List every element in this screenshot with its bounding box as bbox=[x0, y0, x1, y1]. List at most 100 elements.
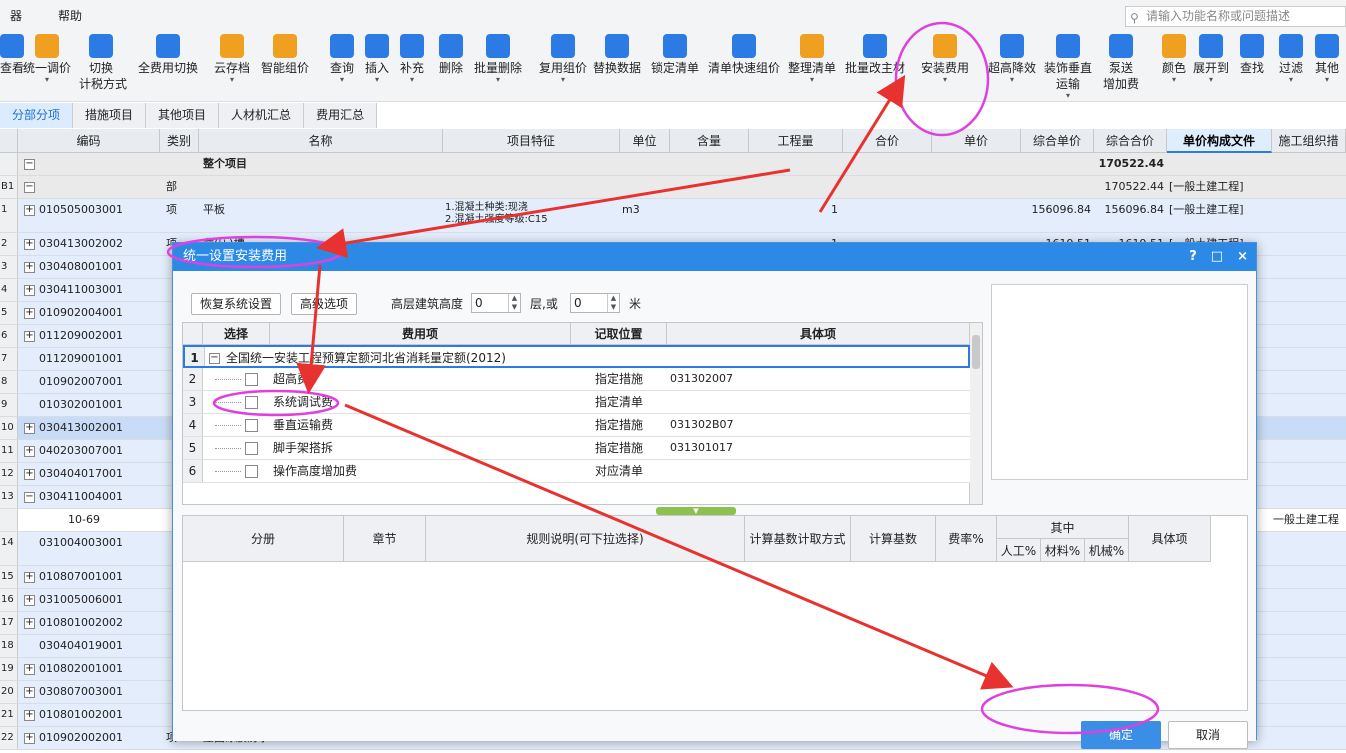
select-checkbox[interactable] bbox=[245, 442, 258, 455]
expand-icon[interactable]: + bbox=[24, 307, 35, 319]
toolbar-button[interactable]: 整理清单 ▾ bbox=[787, 34, 837, 84]
advanced-options-button[interactable]: 高级选项 bbox=[291, 293, 357, 315]
expand-icon[interactable]: + bbox=[24, 663, 35, 675]
tab-sub-items[interactable]: 分部分项 bbox=[0, 103, 74, 128]
table-scrollbar[interactable] bbox=[969, 323, 982, 504]
toolbar-button[interactable]: 插入 ▾ bbox=[363, 34, 391, 84]
col-name[interactable]: 名称 bbox=[199, 129, 443, 153]
toolbar-button[interactable]: 批量改主材 bbox=[841, 34, 909, 76]
checkbox-cell[interactable] bbox=[245, 460, 258, 482]
col-unit-price[interactable]: 综合单价 bbox=[1021, 129, 1094, 153]
toolbar-button[interactable]: 锁定清单 bbox=[650, 34, 700, 76]
close-icon[interactable]: × bbox=[1237, 243, 1248, 271]
list-item[interactable]: 2 超高费 指定措施 031302007 bbox=[183, 368, 970, 391]
toolbar-button[interactable]: 查找 bbox=[1237, 34, 1267, 76]
collapse-icon[interactable]: − bbox=[24, 491, 35, 503]
toolbar-button[interactable]: 删除 bbox=[437, 34, 465, 76]
menu-item-help[interactable]: 帮助 bbox=[48, 7, 92, 24]
tab-labor-material[interactable]: 人材机汇总 bbox=[219, 103, 305, 128]
toolbar-button[interactable]: 替换数据 bbox=[591, 34, 643, 76]
checkbox-cell[interactable] bbox=[245, 437, 258, 459]
cost-item-position[interactable]: 指定措施 bbox=[595, 414, 643, 436]
expand-icon[interactable]: + bbox=[24, 204, 35, 216]
cost-item-detail[interactable]: 031302007 bbox=[670, 368, 733, 390]
toolbar-button[interactable]: 装饰垂直 运输 ▾ bbox=[1042, 34, 1094, 100]
cost-item-position[interactable]: 对应清单 bbox=[595, 460, 643, 482]
menu-item-tools[interactable]: 器 bbox=[0, 7, 32, 24]
scrollbar-thumb[interactable] bbox=[972, 335, 980, 369]
expand-icon[interactable]: + bbox=[24, 617, 35, 629]
floor-count-stepper[interactable]: 0 ▲ ▼ bbox=[471, 293, 521, 313]
toolbar-button[interactable]: 统一调价 ▾ bbox=[22, 34, 72, 84]
col-feature[interactable]: 项目特征 bbox=[443, 129, 620, 153]
cost-item-position[interactable]: 指定措施 bbox=[595, 437, 643, 459]
toolbar-button[interactable]: 复用组价 ▾ bbox=[538, 34, 588, 84]
col-total[interactable]: 综合合价 bbox=[1094, 129, 1167, 153]
group-toggle[interactable]: − bbox=[209, 347, 224, 369]
toolbar-button[interactable]: 切换 计税方式 bbox=[79, 34, 127, 92]
select-checkbox[interactable] bbox=[245, 419, 258, 432]
expand-icon[interactable]: + bbox=[24, 468, 35, 480]
list-item[interactable]: 6 操作高度增加费 对应清单 bbox=[183, 460, 970, 483]
tab-cost-summary[interactable]: 费用汇总 bbox=[304, 103, 378, 128]
toolbar-button[interactable]: 清单快速组价 bbox=[707, 34, 781, 76]
maximize-icon[interactable]: □ bbox=[1211, 243, 1223, 271]
tab-measures[interactable]: 措施项目 bbox=[73, 103, 147, 128]
list-item[interactable]: 5 脚手架搭拆 指定措施 031301017 bbox=[183, 437, 970, 460]
col-amount[interactable]: 合价 bbox=[843, 129, 932, 153]
tab-other-items[interactable]: 其他项目 bbox=[146, 103, 220, 128]
expand-icon[interactable]: + bbox=[24, 732, 35, 744]
toolbar-button[interactable]: 超高降效 ▾ bbox=[985, 34, 1039, 84]
splitter-handle-icon[interactable]: ▼ bbox=[656, 507, 736, 515]
expand-icon[interactable]: + bbox=[24, 422, 35, 434]
col-type[interactable]: 类别 bbox=[160, 129, 199, 153]
list-item[interactable]: 1− 全国统一安装工程预算定额河北省消耗量定额(2012) bbox=[183, 345, 970, 368]
col-unit[interactable]: 单位 bbox=[620, 129, 670, 153]
col-code[interactable]: 编码 bbox=[18, 129, 160, 153]
toolbar-button[interactable]: 全费用切换 bbox=[133, 34, 203, 76]
expand-icon[interactable]: + bbox=[24, 330, 35, 342]
toolbar-button[interactable]: 其他 ▾ bbox=[1312, 34, 1342, 84]
toolbar-button[interactable]: 云存档 ▾ bbox=[213, 34, 251, 84]
restore-default-button[interactable]: 恢复系统设置 bbox=[191, 293, 281, 315]
col-content[interactable]: 含量 bbox=[670, 129, 749, 153]
select-checkbox[interactable] bbox=[245, 396, 258, 409]
expand-icon[interactable]: + bbox=[24, 284, 35, 296]
table-row[interactable]: B1− 部 170522.44 [一般土建工程] bbox=[0, 176, 1346, 199]
cancel-button[interactable]: 取消 bbox=[1168, 721, 1248, 749]
toolbar-button[interactable]: 过滤 ▾ bbox=[1276, 34, 1306, 84]
expand-icon[interactable]: + bbox=[24, 594, 35, 606]
search-input[interactable]: ⚲ 请输入功能名称或问题描述 bbox=[1125, 6, 1346, 27]
collapse-icon[interactable]: − bbox=[24, 158, 35, 170]
col-price[interactable]: 单价 bbox=[932, 129, 1021, 153]
toolbar-button[interactable]: 智能组价 bbox=[257, 34, 313, 76]
cost-item-position[interactable]: 指定清单 bbox=[595, 391, 643, 413]
checkbox-cell[interactable] bbox=[245, 368, 258, 390]
col-org-measure[interactable]: 施工组织措 bbox=[1272, 129, 1346, 153]
meter-stepper[interactable]: 0 ▲ ▼ bbox=[570, 293, 620, 313]
collapse-icon[interactable]: − bbox=[24, 181, 35, 193]
toolbar-button[interactable]: 批量删除 ▾ bbox=[473, 34, 523, 84]
help-icon[interactable]: ? bbox=[1189, 243, 1197, 271]
col-price-file[interactable]: 单价构成文件 bbox=[1167, 129, 1272, 153]
collapse-icon[interactable]: − bbox=[209, 353, 220, 364]
checkbox-cell[interactable] bbox=[245, 414, 258, 436]
list-item[interactable]: 3 系统调试费 指定清单 bbox=[183, 391, 970, 414]
cost-item-position[interactable]: 指定措施 bbox=[595, 368, 643, 390]
col-quantity[interactable]: 工程量 bbox=[749, 129, 843, 153]
spin-arrows-icon[interactable]: ▲ ▼ bbox=[607, 294, 619, 312]
toolbar-button[interactable]: 安装费用 ▾ bbox=[917, 34, 973, 84]
table-row[interactable]: − 整个项目 170522.44 bbox=[0, 153, 1346, 176]
list-item[interactable]: 4 垂直运输费 指定措施 031302B07 bbox=[183, 414, 970, 437]
cost-item-detail[interactable]: 031302B07 bbox=[670, 414, 734, 436]
toolbar-button[interactable]: 补充 ▾ bbox=[397, 34, 427, 84]
toolbar-button[interactable]: 展开到 ▾ bbox=[1192, 34, 1230, 84]
expand-icon[interactable]: + bbox=[24, 445, 35, 457]
select-checkbox[interactable] bbox=[245, 373, 258, 386]
toolbar-button[interactable]: 颜色 ▾ bbox=[1160, 34, 1188, 84]
ok-button[interactable]: 确定 bbox=[1081, 721, 1161, 749]
toolbar-button[interactable]: 查询 ▾ bbox=[327, 34, 357, 84]
select-checkbox[interactable] bbox=[245, 465, 258, 478]
spin-arrows-icon[interactable]: ▲ ▼ bbox=[508, 294, 520, 312]
expand-icon[interactable]: + bbox=[24, 238, 35, 250]
